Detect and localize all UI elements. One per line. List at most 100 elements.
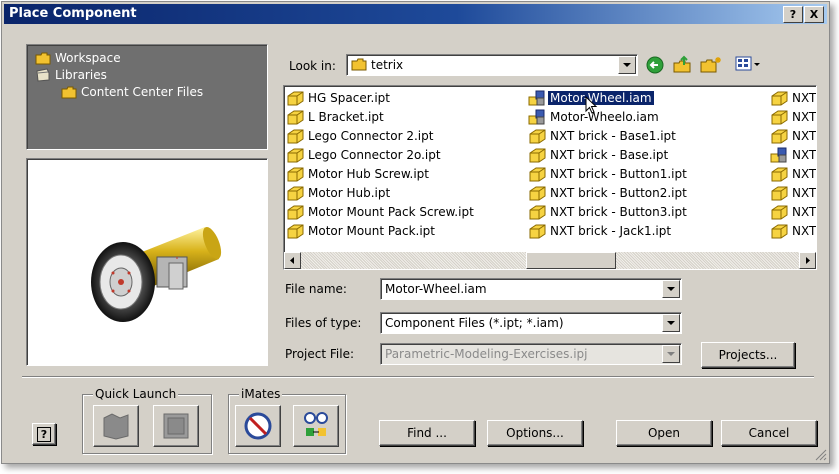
view-menu-icon[interactable]	[735, 56, 761, 73]
file-item[interactable]: NXT	[770, 107, 816, 126]
file-item-label: NXT brick - Base1.ipt	[550, 128, 676, 143]
file-list[interactable]: HG Spacer.ipt L Bracket.ipt Lego Connector…	[283, 85, 817, 270]
folder-icon	[61, 86, 77, 98]
part-file-icon	[771, 224, 788, 238]
preview-pane	[26, 158, 268, 366]
file-item[interactable]: NXT brick - Base.ipt	[528, 145, 689, 164]
imate-connect-icon	[304, 412, 328, 436]
file-item[interactable]: NXT	[770, 126, 816, 145]
file-name-label: File name:	[285, 282, 347, 296]
file-item-label: HG Spacer.ipt	[308, 90, 391, 105]
part-file-icon	[771, 91, 788, 105]
project-file-value: Parametric-Modeling-Exercises.ipj	[385, 347, 588, 361]
help-title-button[interactable]: ?	[783, 6, 803, 23]
location-tree[interactable]: Workspace Libraries Content Center Files	[26, 44, 268, 150]
file-item[interactable]: Motor Hub Screw.ipt	[286, 164, 476, 183]
file-item[interactable]: Motor Hub.ipt	[286, 183, 476, 202]
part-file-icon	[287, 129, 304, 143]
file-item[interactable]: NXT brick - Button1.ipt	[528, 164, 689, 183]
open-button[interactable]: Open	[616, 420, 712, 446]
file-item-label: NXT	[792, 223, 817, 238]
options-button[interactable]: Options...	[487, 420, 583, 446]
part-file-icon	[287, 110, 304, 124]
file-item[interactable]: HG Spacer.ipt	[286, 88, 476, 107]
scroll-right-button[interactable]	[799, 252, 816, 269]
file-item[interactable]: Motor Mount Pack.ipt	[286, 221, 476, 240]
project-file-label: Project File:	[285, 347, 354, 361]
file-item-label: L Bracket.ipt	[308, 109, 384, 124]
tree-item-content-center[interactable]: Content Center Files	[61, 85, 203, 99]
chevron-down-icon[interactable]	[662, 314, 680, 332]
part-file-icon	[287, 167, 304, 181]
file-item[interactable]: NXT brick - Button2.ipt	[528, 183, 689, 202]
window-title: Place Component	[9, 6, 137, 21]
tree-item-workspace[interactable]: Workspace	[35, 51, 121, 65]
file-item[interactable]: Motor-Wheelo.iam	[528, 107, 689, 126]
file-item[interactable]: L Bracket.ipt	[286, 107, 476, 126]
title-bar[interactable]: Place Component ? X	[4, 4, 827, 24]
no-imate-icon	[244, 412, 272, 440]
close-button[interactable]: X	[804, 6, 824, 23]
projects-button[interactable]: Projects...	[701, 342, 795, 368]
file-item[interactable]: Motor Mount Pack Screw.ipt	[286, 202, 476, 221]
part-file-icon	[287, 205, 304, 219]
file-item-label: NXT brick - Base.ipt	[550, 147, 669, 162]
file-item-label: Motor Mount Pack.ipt	[308, 223, 435, 238]
quick-launch-button-2[interactable]	[153, 405, 199, 447]
scroll-left-button[interactable]	[284, 252, 301, 269]
file-name-combo[interactable]: Motor-Wheel.iam	[380, 278, 682, 300]
file-item[interactable]: NXT	[770, 88, 816, 107]
part-file-icon	[287, 148, 304, 162]
part-file-icon	[529, 224, 546, 238]
file-item-label: NXT	[792, 185, 817, 200]
file-item[interactable]: NXT	[770, 183, 817, 202]
imates-label: iMates	[239, 387, 283, 401]
file-item[interactable]: NXT	[770, 221, 817, 240]
separator	[22, 376, 814, 378]
scroll-thumb[interactable]	[526, 252, 616, 269]
horizontal-scrollbar[interactable]	[284, 252, 816, 269]
up-folder-icon[interactable]	[672, 55, 692, 74]
part-file-icon	[529, 129, 546, 143]
find-button[interactable]: Find ...	[379, 420, 475, 446]
chevron-down-icon[interactable]	[618, 56, 636, 74]
file-item[interactable]: NXT brick - Base1.ipt	[528, 126, 689, 145]
file-item[interactable]: NXT	[770, 164, 816, 183]
file-item[interactable]: NXT	[770, 202, 817, 221]
file-item[interactable]: NXT	[770, 145, 816, 164]
new-folder-icon[interactable]	[700, 55, 722, 74]
arrow-right-icon	[806, 257, 810, 264]
chevron-down-icon[interactable]	[662, 280, 680, 298]
file-item[interactable]: Motor-Wheel.iam	[528, 88, 689, 107]
tree-item-label: Content Center Files	[81, 85, 204, 99]
back-icon[interactable]	[646, 56, 664, 74]
part-file-icon	[771, 167, 788, 181]
imates-button-2[interactable]	[293, 405, 339, 447]
file-item[interactable]: Lego Connector 2.ipt	[286, 126, 476, 145]
file-item-label: Motor-Wheelo.iam	[550, 109, 659, 124]
cancel-button[interactable]: Cancel	[721, 420, 817, 446]
resize-grip-icon[interactable]	[815, 449, 827, 461]
part-file-icon	[529, 205, 546, 219]
part-file-icon	[529, 148, 546, 162]
quick-launch-button-1[interactable]	[93, 405, 139, 447]
file-item-label: Lego Connector 2o.ipt	[308, 147, 441, 162]
file-item-label: NXT	[792, 204, 817, 219]
quick-launch-group: Quick Launch	[82, 387, 212, 454]
imates-button-1[interactable]	[235, 405, 281, 447]
look-in-combo[interactable]: tetrix	[346, 54, 638, 76]
file-item-label: Lego Connector 2.ipt	[308, 128, 434, 143]
file-item[interactable]: NXT brick - Jack1.ipt	[528, 221, 689, 240]
part-file-icon	[771, 205, 788, 219]
file-item[interactable]: NXT brick - Button3.ipt	[528, 202, 689, 221]
file-item-label: Motor Mount Pack Screw.ipt	[308, 204, 474, 219]
part-file-icon	[287, 186, 304, 200]
files-of-type-combo[interactable]: Component Files (*.ipt; *.iam)	[380, 312, 682, 334]
file-item-label: Motor Hub.ipt	[308, 185, 391, 200]
assembly-file-icon	[528, 90, 545, 105]
file-item[interactable]: Lego Connector 2o.ipt	[286, 145, 476, 164]
part-file-icon	[771, 110, 788, 124]
tree-item-libraries[interactable]: Libraries	[35, 68, 107, 82]
help-button[interactable]: ?	[32, 423, 56, 445]
arrow-left-icon	[290, 257, 294, 264]
